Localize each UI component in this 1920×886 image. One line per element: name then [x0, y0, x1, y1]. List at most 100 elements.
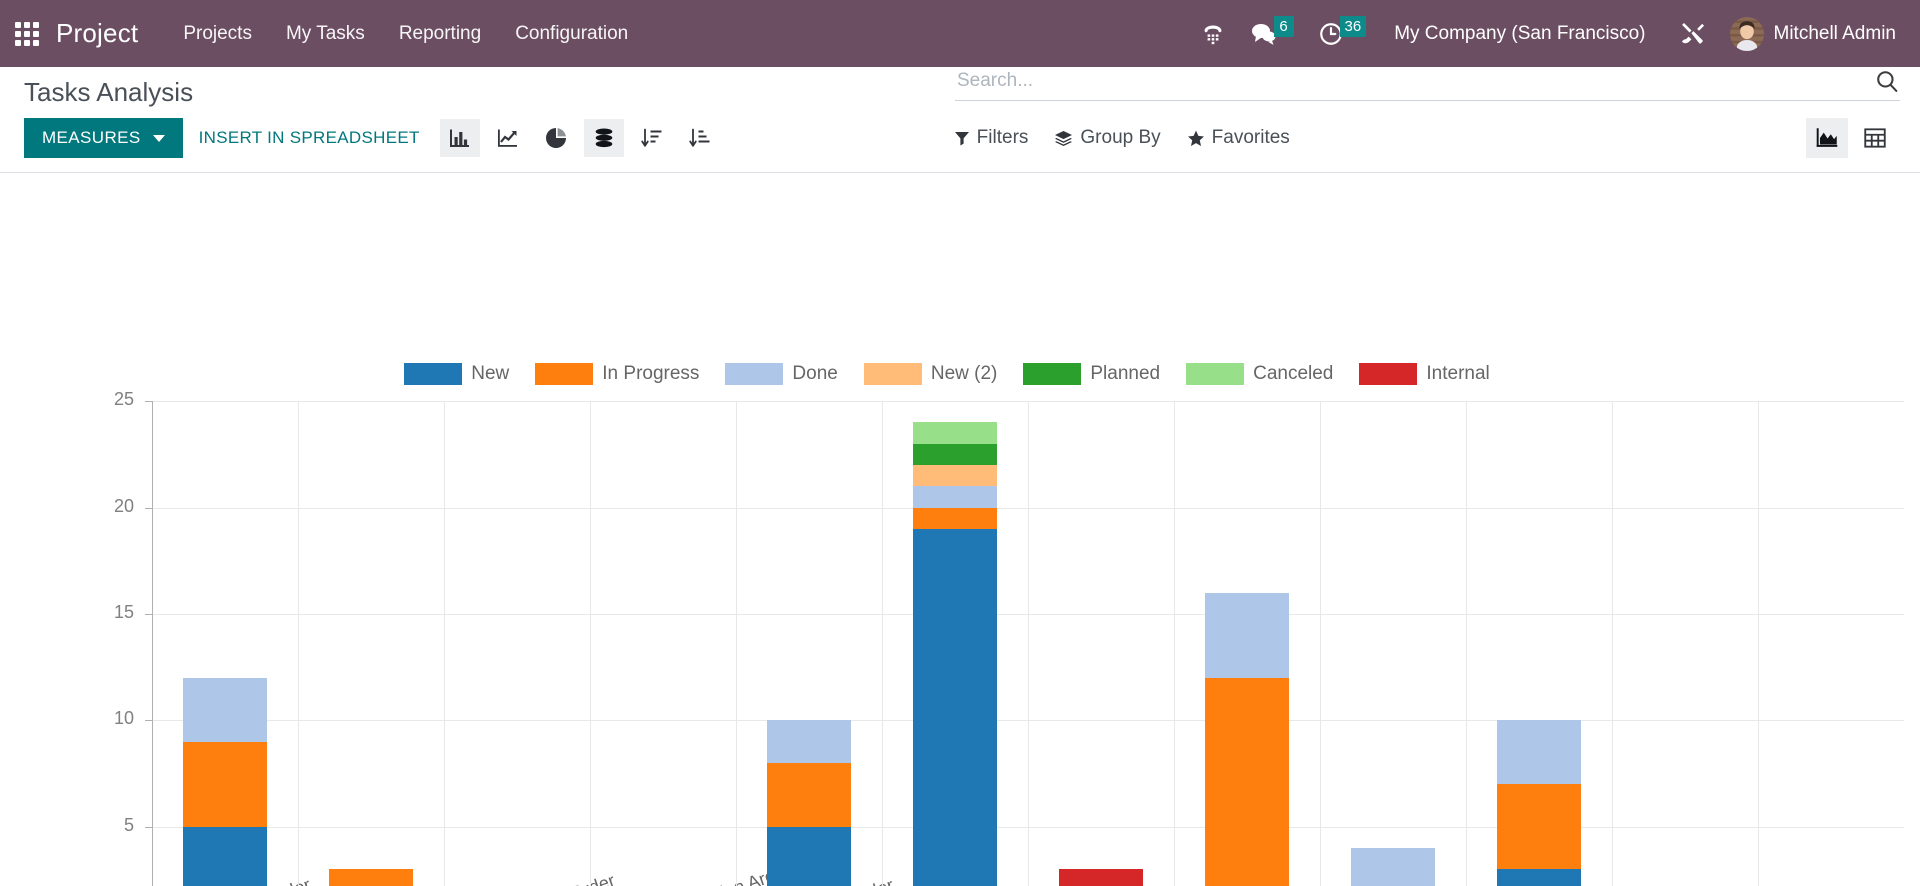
bar-segment[interactable]: [1496, 784, 1582, 870]
layers-icon: [1055, 130, 1073, 146]
favorites-dropdown[interactable]: Favorites: [1187, 127, 1290, 149]
y-axis-tick: [145, 401, 152, 403]
bar-segment[interactable]: [1350, 848, 1436, 886]
app-brand[interactable]: Project: [56, 18, 138, 49]
chevron-down-icon: [152, 134, 165, 142]
y-axis-tick: [145, 613, 152, 615]
bar-stack[interactable]: [475, 401, 560, 886]
y-axis-label: 25: [113, 389, 134, 410]
bar-chart-icon: [449, 129, 469, 148]
bar-segment[interactable]: [912, 422, 998, 444]
category-separator: [882, 401, 883, 886]
apps-grid-icon[interactable]: [10, 17, 44, 51]
bar-segment[interactable]: [328, 869, 414, 886]
user-name: Mitchell Admin: [1773, 22, 1897, 44]
bar-stack[interactable]: [1204, 401, 1290, 886]
bar-stack[interactable]: [1058, 401, 1144, 886]
bar-segment[interactable]: [766, 762, 852, 827]
category-separator: [1174, 401, 1175, 886]
phone-keypad-icon[interactable]: [1190, 15, 1236, 53]
group-by-label: Group By: [1080, 127, 1161, 149]
category-separator: [1758, 401, 1759, 886]
bar-segment[interactable]: [1496, 720, 1582, 785]
bar-stack[interactable]: [328, 401, 414, 886]
top-navbar: Project Projects My Tasks Reporting Conf…: [0, 0, 1920, 67]
bar-stack[interactable]: [912, 401, 998, 886]
messages-badge: 6: [1273, 16, 1294, 37]
bar-stack[interactable]: [182, 401, 268, 886]
line-chart-button[interactable]: [488, 119, 528, 157]
company-switcher[interactable]: My Company (San Francisco): [1380, 17, 1659, 51]
line-chart-icon: [497, 129, 517, 147]
bar-stack[interactable]: [1643, 401, 1728, 886]
filters-label: Filters: [976, 127, 1029, 149]
sort-descending-button[interactable]: [632, 119, 672, 157]
bar-stack[interactable]: [621, 401, 706, 886]
group-by-dropdown[interactable]: Group By: [1054, 127, 1161, 149]
activities-badge: 36: [1339, 16, 1367, 37]
bar-segment[interactable]: [182, 677, 268, 742]
y-axis-line: [152, 401, 153, 886]
user-menu[interactable]: Mitchell Admin: [1724, 13, 1903, 55]
control-panel: Tasks Analysis MEASURES INSERT IN SPREAD…: [0, 67, 1920, 174]
nav-item-configuration[interactable]: Configuration: [498, 15, 645, 53]
bar-stack[interactable]: [1789, 401, 1874, 886]
control-panel-bottom-row: MEASURES INSERT IN SPREADSHEET Filters G…: [0, 110, 1920, 172]
category-separator: [1612, 401, 1613, 886]
category-separator: [1320, 401, 1321, 886]
y-axis-tick: [145, 826, 152, 828]
bar-chart-button[interactable]: [439, 119, 480, 158]
wrench-screwdriver-icon[interactable]: [1664, 14, 1720, 54]
funnel-icon: [954, 132, 969, 146]
bar-segment[interactable]: [1204, 677, 1290, 886]
bar-segment[interactable]: [912, 443, 998, 465]
search-bar[interactable]: [955, 68, 1900, 101]
bar-segment[interactable]: [912, 465, 998, 487]
bar-segment[interactable]: [1058, 869, 1144, 886]
y-axis-label: 15: [113, 601, 134, 622]
bar-segment[interactable]: [182, 826, 268, 886]
bar-segment[interactable]: [912, 507, 998, 529]
graph-view: New In Progress Done New (2) Planned Canceled…: [0, 173, 1920, 886]
activities-button[interactable]: 36: [1308, 15, 1377, 53]
search-facets-group: Filters Group By Favorites: [954, 127, 1290, 149]
pie-chart-button[interactable]: [536, 119, 576, 157]
nav-item-projects[interactable]: Projects: [166, 15, 269, 53]
stacked-toggle-button[interactable]: [583, 119, 624, 158]
category-separator: [298, 401, 299, 886]
bar-segment[interactable]: [912, 528, 998, 886]
sort-descending-icon: [640, 128, 662, 147]
category-separator: [1466, 401, 1467, 886]
bar-segment[interactable]: [1496, 869, 1582, 886]
tools-glyph: [1681, 22, 1704, 44]
filters-dropdown[interactable]: Filters: [954, 127, 1029, 149]
sort-ascending-button[interactable]: [680, 119, 720, 157]
view-switcher: [1806, 118, 1896, 159]
pie-chart-icon: [545, 128, 566, 149]
nav-item-my-tasks[interactable]: My Tasks: [269, 15, 382, 53]
y-axis-tick: [145, 720, 152, 722]
bar-stack[interactable]: [1350, 401, 1436, 886]
page-title: Tasks Analysis: [24, 77, 194, 107]
magnifier-icon[interactable]: [1874, 68, 1900, 94]
category-separator: [736, 401, 737, 886]
measures-label: MEASURES: [42, 128, 141, 148]
y-axis-label: 10: [113, 708, 134, 729]
bar-segment[interactable]: [912, 486, 998, 508]
bar-stack[interactable]: [766, 401, 852, 886]
insert-in-spreadsheet-button[interactable]: INSERT IN SPREADSHEET: [183, 118, 436, 158]
search-input[interactable]: [955, 69, 1874, 93]
nav-item-reporting[interactable]: Reporting: [382, 15, 498, 53]
graph-view-button[interactable]: [1806, 118, 1848, 159]
bar-segment[interactable]: [766, 826, 852, 886]
sort-ascending-icon: [688, 128, 710, 147]
pivot-view-button[interactable]: [1854, 118, 1896, 158]
bar-segment[interactable]: [766, 720, 852, 763]
measures-button[interactable]: MEASURES: [24, 118, 183, 159]
bar-segment[interactable]: [1204, 592, 1290, 678]
category-separator: [590, 401, 591, 886]
bar-stack[interactable]: [1496, 401, 1582, 886]
messages-button[interactable]: 6: [1240, 15, 1304, 53]
phone-keypad-glyph: [1204, 25, 1221, 44]
bar-segment[interactable]: [182, 741, 268, 827]
